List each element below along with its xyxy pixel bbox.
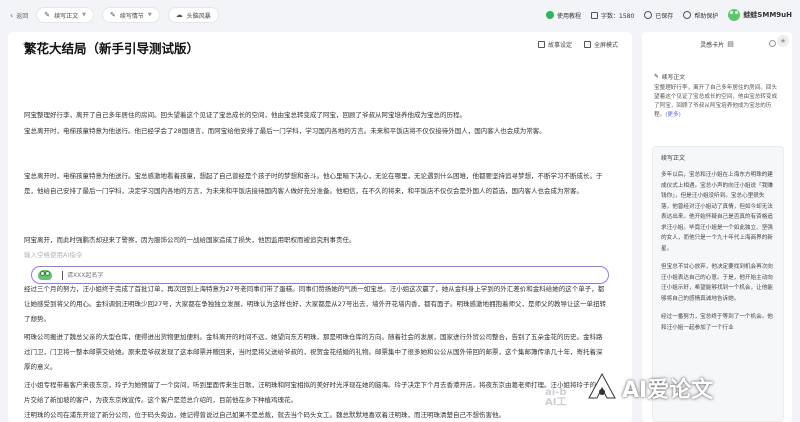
inspiration-card[interactable]: ✎ 续写正文 宝整理好行李，离开了自己多年居住的房间。回头望着这个见证了宝总成长… — [654, 72, 780, 120]
top-bar: ‹ 返回 ✎ 续写正文 ▼ ✎ 续写情节 ▼ ☁ 头脑风暴 使用教程 字数：15… — [0, 0, 800, 30]
pen-icon: ✎ — [109, 11, 116, 19]
frog-icon — [38, 270, 52, 280]
brainstorm-label: 头脑风暴 — [186, 12, 211, 20]
history-icon[interactable] — [769, 40, 776, 47]
save-status: 已保存 — [644, 11, 673, 20]
protection-label: 帮助保护 — [694, 12, 719, 20]
paragraph[interactable]: 阿宝离开，而此时强鹏杰却迎来了警察，因为服饰公司的一战给国家造成了损失，他因监用… — [24, 233, 608, 248]
chevron-down-icon: ▼ — [147, 12, 152, 18]
card-paragraph: 经过一番努力，宝总终于等到了一个机会。他和汪小姐一起参加了一个行业 — [661, 314, 773, 331]
continue-text-dropdown[interactable]: ✎ 续写正文 ▼ — [36, 7, 94, 23]
paragraph[interactable]: 汪明珠的公司在浦东开设了新分公司，位于码头旁边，她记得曾说过自己如果不是总裁，就… — [24, 408, 608, 422]
topbar-right: 使用教程 字数：1580 已保存 帮助保护 蛙蛙SMM9uH — [545, 0, 792, 30]
word-count: 字数：1580 — [591, 11, 634, 20]
continue-plot-dropdown[interactable]: ✎ 续写情节 ▼ — [101, 7, 160, 23]
ai-hint-placeholder[interactable]: 输入空格使用AI指令 — [24, 249, 82, 259]
card-title: ✎ 续写正文 — [654, 72, 780, 82]
panel-title: 灵感卡片 — [700, 41, 725, 49]
star-icon[interactable]: ★ — [777, 35, 789, 47]
paragraph[interactable]: 明珠公司搬进了魏总父亲的大型仓库，便得进出货物更加便利。金科离开的时间不远，她望… — [24, 330, 608, 375]
protection-button[interactable]: 帮助保护 — [683, 11, 718, 20]
card-label: 续写正文 — [661, 75, 686, 81]
card-paragraph: 多年以后，宝总和汪小姐在上海东方明珠的建成仪式上相遇。宝总小声的向汪小姐说「我赚… — [661, 172, 773, 252]
chevron-left-icon: ‹ — [10, 10, 14, 20]
card-paragraph: 但宝总不甘心放弃，他决定要找到机会再次向汪小姐表达自己的心意。于是，他开始主动向… — [661, 264, 773, 302]
cloud-icon: ☁ — [175, 11, 183, 19]
inspiration-panel: 灵感卡片 ▤ ★ ✎ 续写正文 宝整理好行李，离开了自己多年居住的房间。回头望着… — [642, 32, 792, 422]
shield-icon — [683, 11, 692, 19]
paragraph[interactable]: 汪小姐专程带着客户来夜东京，玲子为她预留了一个房间，听到里面传来生日歌，汪明珠和… — [24, 378, 608, 408]
book-icon — [537, 40, 545, 48]
more-link[interactable]: (更多) — [665, 112, 681, 118]
fullscreen-label: 全屏模式 — [593, 41, 618, 49]
paragraph[interactable]: 宝总离开时，电梯孩童特意为他送行。他已经学会了28国语言，而阿宝给他安排了最后一… — [24, 124, 608, 139]
save-status-text: 已保存 — [655, 12, 674, 20]
user-menu[interactable]: 蛙蛙SMM9uH — [728, 9, 792, 21]
chevron-down-icon: ▼ — [82, 12, 86, 18]
watermark-brand: AI爱论文 — [622, 378, 714, 403]
continue-text-label: 续写正文 — [54, 12, 79, 20]
watermark-small: ai-b AI工 — [545, 388, 566, 408]
card-body: 宝整理好行李，离开了自己多年居住的房间。回头望着这个见证了宝总成长的空间，他由宝… — [654, 84, 780, 120]
watermark-logo-icon — [588, 372, 616, 399]
document-title[interactable]: 繁花大结局（新手引导测试版） — [24, 38, 199, 57]
avatar — [728, 9, 741, 21]
paragraph[interactable]: 阿宝整理好行李，离开了自己多年居住的房间。回头望着这个见证了宝总成长的空间，他由… — [24, 108, 608, 123]
panel-header: 灵感卡片 ▤ ★ — [642, 32, 792, 56]
pen-icon: ✎ — [654, 73, 659, 80]
username: 蛙蛙SMM9uH — [743, 11, 792, 19]
fullscreen-button[interactable]: 全屏模式 — [583, 40, 618, 49]
back-button[interactable]: ‹ 返回 — [10, 11, 28, 20]
brainstorm-button[interactable]: ☁ 头脑风暴 — [167, 7, 219, 23]
document-icon — [591, 11, 598, 19]
tutorial-link[interactable]: 使用教程 — [545, 11, 581, 20]
ai-command-input[interactable] — [67, 271, 467, 279]
expand-icon — [583, 40, 591, 48]
paragraph[interactable]: 经过三个月的努力，汪小姐终于完成了首批订单，再次回到上海特意为27号老同事们带了… — [24, 282, 608, 327]
pen-icon: ✎ — [44, 11, 51, 19]
back-label: 返回 — [16, 12, 29, 20]
story-setting-label: 故事设定 — [547, 41, 572, 49]
continue-plot-label: 续写情节 — [119, 12, 144, 20]
story-setting-button[interactable]: 故事设定 — [537, 40, 572, 49]
word-count-text: 字数：1580 — [601, 12, 635, 20]
tutorial-label: 使用教程 — [556, 12, 581, 20]
book-icon: ▤ — [727, 40, 734, 48]
check-circle-icon — [644, 11, 653, 19]
paragraph[interactable]: 宝总离开时，电梯孩童特意为他送行。宝总感激地看着孩童，想起了自己曾经是个孩子时的… — [24, 169, 608, 199]
frog-icon — [545, 11, 554, 19]
watermark-small-bottom: AI工 — [545, 397, 567, 408]
card-label: 续写正文 — [661, 155, 686, 162]
cursor-divider — [62, 270, 63, 280]
